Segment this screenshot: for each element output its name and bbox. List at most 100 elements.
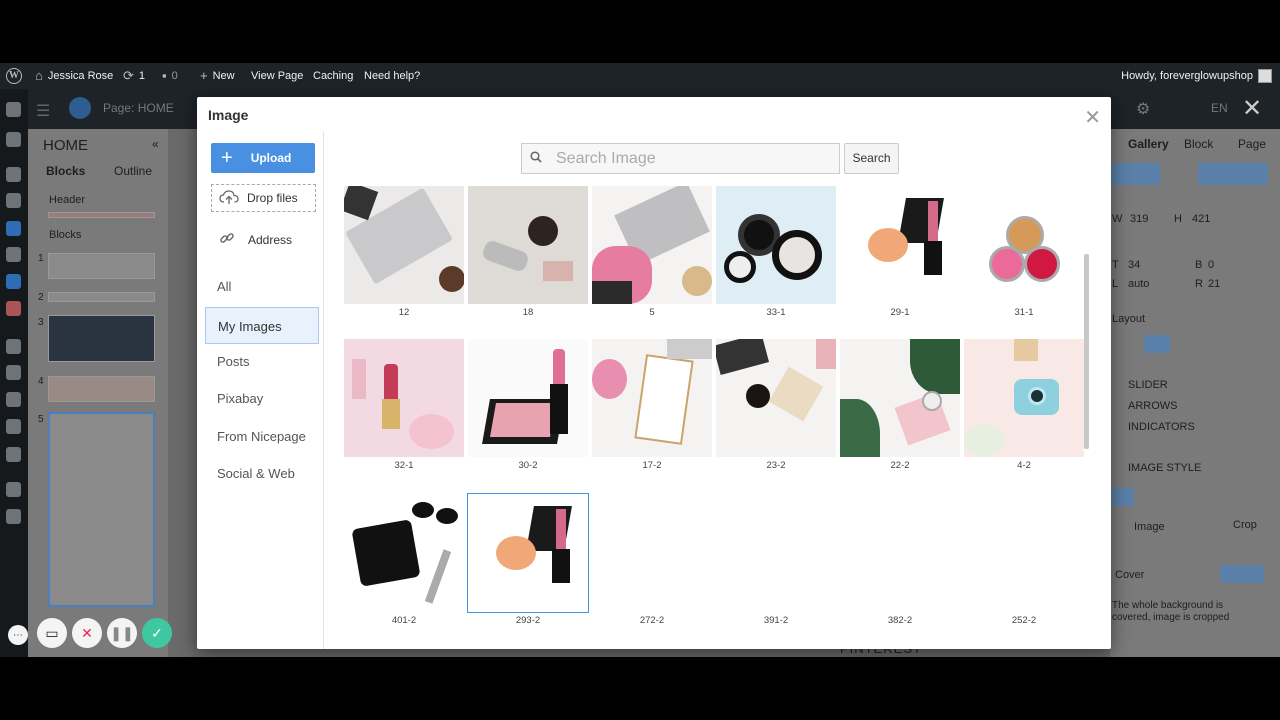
account-menu[interactable]: Howdy, foreverglowupshop [1121, 63, 1272, 89]
slider-section[interactable]: SLIDER [1128, 379, 1168, 391]
tools-icon[interactable] [6, 419, 21, 434]
indicators-section[interactable]: INDICATORS [1128, 421, 1195, 433]
r-value[interactable]: 21 [1208, 278, 1220, 290]
l-value[interactable]: auto [1128, 278, 1149, 290]
category-all[interactable]: All [205, 268, 319, 305]
more-icon[interactable]: ⋯ [8, 625, 28, 645]
updates-link[interactable]: ⟳ 1 [123, 63, 145, 89]
image-tile[interactable]: 22-2 [840, 339, 960, 473]
appearance-icon[interactable] [6, 339, 21, 354]
image-tile[interactable]: 401-2 [344, 494, 464, 628]
caching-link[interactable]: Caching [313, 63, 353, 89]
grid-scrollbar[interactable] [1084, 254, 1089, 449]
image-tile[interactable]: 17-2 [592, 339, 712, 473]
r-label: R [1195, 278, 1203, 290]
camera-icon[interactable] [6, 482, 21, 497]
cover-options[interactable] [1220, 565, 1264, 583]
need-help-link[interactable]: Need help? [364, 63, 420, 89]
settings-icon[interactable] [6, 447, 21, 462]
image-style-section[interactable]: IMAGE STYLE [1128, 462, 1201, 474]
category-from-nicepage[interactable]: From Nicepage [205, 418, 319, 455]
cancel-icon[interactable]: ✕ [72, 618, 102, 648]
close-icon[interactable]: ✕ [1084, 105, 1101, 130]
play-icon[interactable] [6, 509, 21, 524]
category-posts[interactable]: Posts [205, 343, 319, 380]
comments-side-icon[interactable] [6, 247, 21, 262]
cover-select[interactable]: Cover [1115, 569, 1144, 581]
wordpress-logo-icon[interactable]: W [6, 63, 22, 89]
image-tile[interactable]: 32-1 [344, 339, 464, 473]
plugins-icon[interactable] [6, 365, 21, 380]
align-buttons[interactable] [1110, 163, 1160, 185]
site-name-link[interactable]: ⌂ Jessica Rose [35, 63, 113, 89]
view-page-link[interactable]: View Page [251, 63, 303, 89]
search-input[interactable]: Search Image [521, 143, 840, 174]
comments-link[interactable]: ▪ 0 [162, 63, 178, 89]
tab-blocks[interactable]: Blocks [46, 164, 85, 178]
media-icon[interactable] [6, 193, 21, 208]
image-caption: 401-2 [391, 615, 417, 626]
upload-button[interactable]: + Upload [211, 143, 315, 173]
tab-outline[interactable]: Outline [114, 164, 152, 178]
apps-icon[interactable] [6, 102, 21, 117]
image-tile[interactable]: 5 [592, 186, 712, 320]
screen-icon[interactable]: ▭ [37, 618, 67, 648]
confirm-icon[interactable]: ✓ [142, 618, 172, 648]
category-my-images[interactable]: My Images [205, 307, 319, 344]
image-tile[interactable]: 31-1 [964, 186, 1084, 320]
tab-page[interactable]: Page [1238, 137, 1266, 151]
arrows-section[interactable]: ARROWS [1128, 400, 1178, 412]
pause-icon[interactable]: ❚❚ [107, 618, 137, 648]
h-value[interactable]: 421 [1192, 213, 1210, 225]
tab-block[interactable]: Block [1184, 137, 1213, 151]
gear-icon[interactable]: ⚙ [1136, 99, 1150, 119]
t-value[interactable]: 34 [1128, 259, 1140, 271]
dashboard-icon[interactable] [6, 132, 21, 147]
collapse-icon[interactable]: « [152, 137, 159, 151]
block-thumb-selected[interactable] [48, 412, 155, 607]
wp-sidebar [0, 89, 28, 657]
category-pixabay[interactable]: Pixabay [205, 380, 319, 417]
tab-gallery[interactable]: Gallery [1128, 137, 1169, 151]
drop-files-button[interactable]: Drop files [211, 184, 316, 212]
plugin-icon[interactable] [6, 301, 21, 316]
valign-buttons[interactable] [1198, 163, 1268, 185]
crop-button[interactable]: Crop [1233, 519, 1257, 531]
header-thumb[interactable] [48, 212, 155, 218]
block-thumb[interactable] [48, 292, 155, 302]
menu-icon[interactable]: ☰ [36, 101, 50, 121]
image-tile[interactable]: 4-2 [964, 339, 1084, 473]
search-button[interactable]: Search [844, 143, 899, 174]
image-thumbnail [344, 186, 464, 304]
block-thumb[interactable] [48, 253, 155, 279]
image-tile[interactable]: 18 [468, 186, 588, 320]
category-social-web[interactable]: Social & Web [205, 455, 319, 492]
image-tile[interactable]: 391-2 [716, 494, 836, 628]
new-content-link[interactable]: + New [200, 63, 235, 89]
image-tile[interactable]: 12 [344, 186, 464, 320]
image-tile[interactable]: 252-2 [964, 494, 1084, 628]
updates-icon: ⟳ [123, 68, 134, 83]
image-tile-selected[interactable]: 293-2 [467, 493, 589, 628]
pin-icon[interactable] [6, 167, 21, 182]
address-button[interactable]: Address [219, 230, 292, 249]
nicepage-icon[interactable] [6, 274, 21, 289]
users-icon[interactable] [6, 392, 21, 407]
pages-icon[interactable] [6, 221, 21, 236]
w-value[interactable]: 319 [1130, 213, 1148, 225]
add-icon[interactable] [69, 97, 91, 119]
lang-switch[interactable]: EN [1211, 101, 1228, 115]
image-style-option[interactable] [1112, 488, 1134, 506]
image-tile[interactable]: 272-2 [592, 494, 712, 628]
image-tile[interactable]: 30-2 [468, 339, 588, 473]
block-thumb[interactable] [48, 315, 155, 362]
image-tile[interactable]: 29-1 [840, 186, 960, 320]
image-tile[interactable]: 33-1 [716, 186, 836, 320]
image-tile[interactable]: 382-2 [840, 494, 960, 628]
block-thumb[interactable] [48, 376, 155, 402]
b-value[interactable]: 0 [1208, 259, 1214, 271]
image-tile[interactable]: 23-2 [716, 339, 836, 473]
image-button[interactable]: Image [1134, 521, 1165, 533]
close-editor-icon[interactable]: ✕ [1242, 94, 1262, 123]
layout-option-selected[interactable] [1144, 335, 1170, 353]
